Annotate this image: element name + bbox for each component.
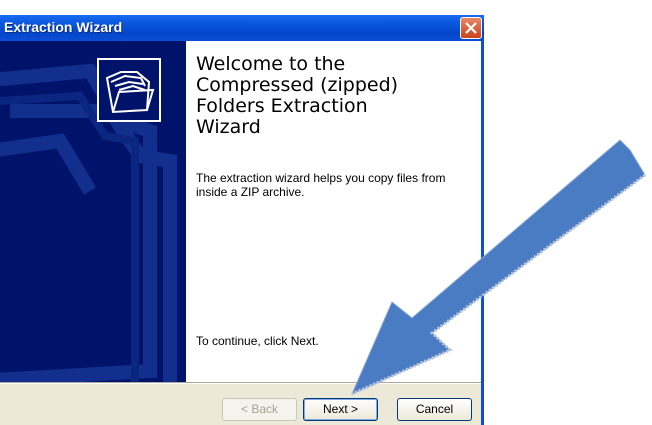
annotation-arrow-icon (351, 139, 646, 396)
